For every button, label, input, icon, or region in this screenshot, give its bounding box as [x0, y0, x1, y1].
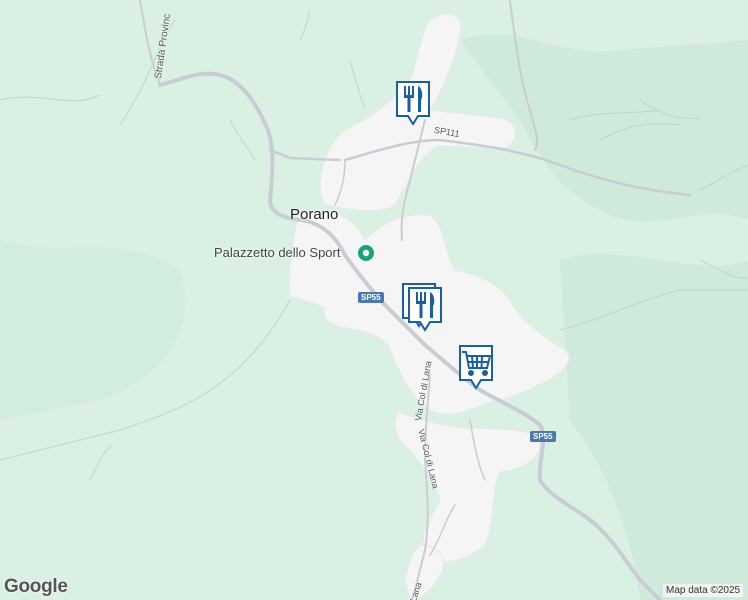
shopping-marker[interactable] [457, 344, 495, 390]
restaurant-marker[interactable] [406, 286, 444, 332]
map-canvas[interactable]: Strada Provinc SP111 Via Col di Lana Via… [0, 0, 748, 600]
map-attribution[interactable]: Map data ©2025 [663, 584, 744, 597]
sports-poi-icon[interactable] [356, 243, 376, 263]
road-shield-sp55: SP55 [530, 431, 556, 442]
town-label: Porano [290, 206, 339, 223]
restaurant-marker[interactable] [394, 80, 432, 126]
poi-label: Palazzetto dello Sport [214, 245, 341, 260]
road-shield-sp55: SP55 [358, 292, 384, 303]
google-logo: Google [4, 576, 68, 597]
